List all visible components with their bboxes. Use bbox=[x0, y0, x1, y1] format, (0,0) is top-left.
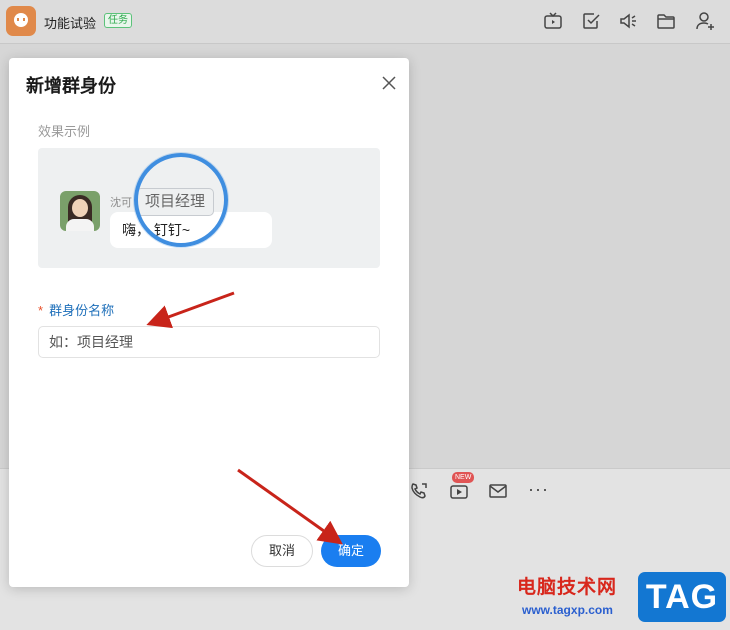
folder-icon[interactable] bbox=[655, 10, 677, 32]
task-badge: 任务 bbox=[104, 13, 132, 28]
add-group-identity-dialog: 新增群身份 效果示例 沈可 嗨， 钉钉~ 项目经理 * 群身份名称 取消 确定 bbox=[9, 58, 409, 587]
speaker-icon[interactable] bbox=[617, 10, 639, 32]
add-member-icon[interactable] bbox=[694, 10, 716, 32]
cancel-button[interactable]: 取消 bbox=[251, 535, 313, 567]
confirm-button[interactable]: 确定 bbox=[321, 535, 381, 567]
example-avatar bbox=[60, 191, 100, 231]
identity-name-label: * 群身份名称 bbox=[38, 300, 114, 319]
phone-icon[interactable] bbox=[408, 480, 430, 502]
identity-name-label-text: 群身份名称 bbox=[49, 303, 115, 318]
example-label: 效果示例 bbox=[38, 124, 91, 139]
mail-icon[interactable] bbox=[487, 480, 509, 502]
live-icon[interactable] bbox=[448, 480, 470, 502]
checkbox-icon[interactable] bbox=[580, 10, 602, 32]
close-icon[interactable] bbox=[381, 75, 397, 91]
watermark-url: www.tagxp.com bbox=[522, 603, 613, 617]
watermark-text: 电脑技术网 bbox=[517, 577, 618, 598]
watermark-logo: TAG bbox=[638, 572, 726, 622]
example-sender-name: 沈可 bbox=[110, 197, 132, 209]
example-preview: 沈可 嗨， 钉钉~ 项目经理 bbox=[38, 148, 380, 268]
chat-header: 功能试验 任务 bbox=[0, 0, 730, 44]
group-avatar[interactable] bbox=[6, 6, 36, 36]
required-mark: * bbox=[38, 303, 44, 318]
more-icon[interactable]: ··· bbox=[528, 480, 549, 498]
identity-name-input[interactable] bbox=[38, 326, 380, 358]
magnifier-highlight bbox=[134, 153, 228, 247]
dialog-title: 新增群身份 bbox=[26, 76, 116, 96]
new-badge: NEW bbox=[452, 472, 475, 483]
tv-icon[interactable] bbox=[542, 10, 564, 32]
chat-title[interactable]: 功能试验 bbox=[44, 13, 96, 32]
